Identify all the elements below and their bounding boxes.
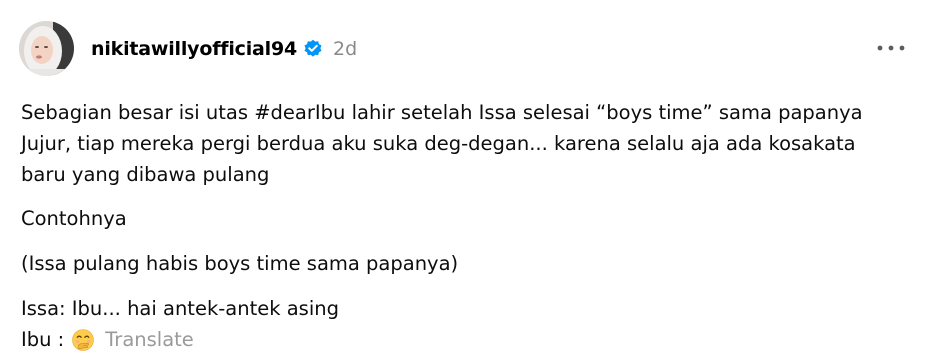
avatar-image [19,21,74,76]
post-body: Sebagian besar isi utas #dearIbu lahir s… [21,97,921,355]
post-text-line: baru yang dibawa pulang [21,163,270,186]
more-options-icon [877,45,905,51]
post-text-line: Ibu : [21,328,65,351]
post-header: nikitawillyofficial94 2d [91,35,357,63]
post-paragraph: Issa: Ibu... hai antek-antek asing [21,297,339,320]
post-card: nikitawillyofficial94 2d Sebagian besar … [0,0,931,363]
username[interactable]: nikitawillyofficial94 [91,38,297,60]
post-timestamp[interactable]: 2d [333,38,357,60]
post-paragraph: (Issa pulang habis boys time sama papany… [21,252,459,275]
post-paragraph: Contohnya [21,207,127,230]
avatar[interactable] [19,21,74,76]
post-paragraph: Ibu : Translate [21,324,921,355]
more-options-button[interactable] [871,36,911,60]
translate-link[interactable]: Translate [105,324,194,355]
face-with-hand-over-mouth-icon [71,328,95,352]
post-text-line: Sebagian besar isi utas #dearIbu lahir s… [21,101,863,124]
verified-badge-icon [303,39,323,59]
post-paragraph: Sebagian besar isi utas #dearIbu lahir s… [21,97,921,190]
post-text-line: Jujur, tiap mereka pergi berdua aku suka… [21,132,856,155]
